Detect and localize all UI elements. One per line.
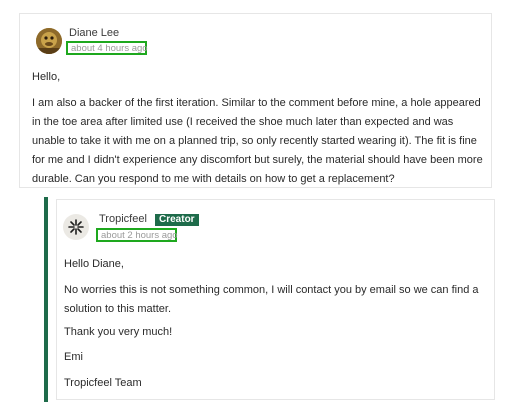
tropicfeel-avatar[interactable] [63, 214, 89, 240]
reply-author-name[interactable]: Tropicfeel [99, 213, 147, 225]
creator-badge: Creator [155, 214, 199, 226]
reply-thanks: Thank you very much! [64, 326, 173, 338]
comments-thread: Diane Lee about 4 hours ago Hello, I am … [0, 0, 503, 406]
reply-signature: Tropicfeel Team [64, 377, 142, 389]
tropicfeel-logo-icon [68, 219, 84, 235]
comment-greeting: Hello, [32, 71, 61, 83]
reply-sender-name: Emi [64, 351, 83, 363]
reply-timestamp[interactable]: about 2 hours ago [96, 228, 178, 242]
comment-card: Diane Lee about 4 hours ago Hello, I am … [19, 13, 492, 188]
comment-body: I am also a backer of the first iteratio… [32, 97, 483, 185]
avatar-photo [36, 28, 62, 54]
reply-body: No worries this is not something common,… [64, 284, 479, 315]
reply-card: Tropicfeel Creator about 2 hours ago Hel… [56, 199, 495, 400]
comment-timestamp[interactable]: about 4 hours ago [66, 41, 148, 55]
author-name[interactable]: Diane Lee [69, 27, 119, 39]
reply-thread: Tropicfeel Creator about 2 hours ago Hel… [44, 197, 496, 402]
reply-greeting: Hello Diane, [64, 258, 124, 270]
avatar[interactable] [36, 28, 62, 54]
page: Diane Lee about 4 hours ago Hello, I am … [0, 0, 512, 410]
